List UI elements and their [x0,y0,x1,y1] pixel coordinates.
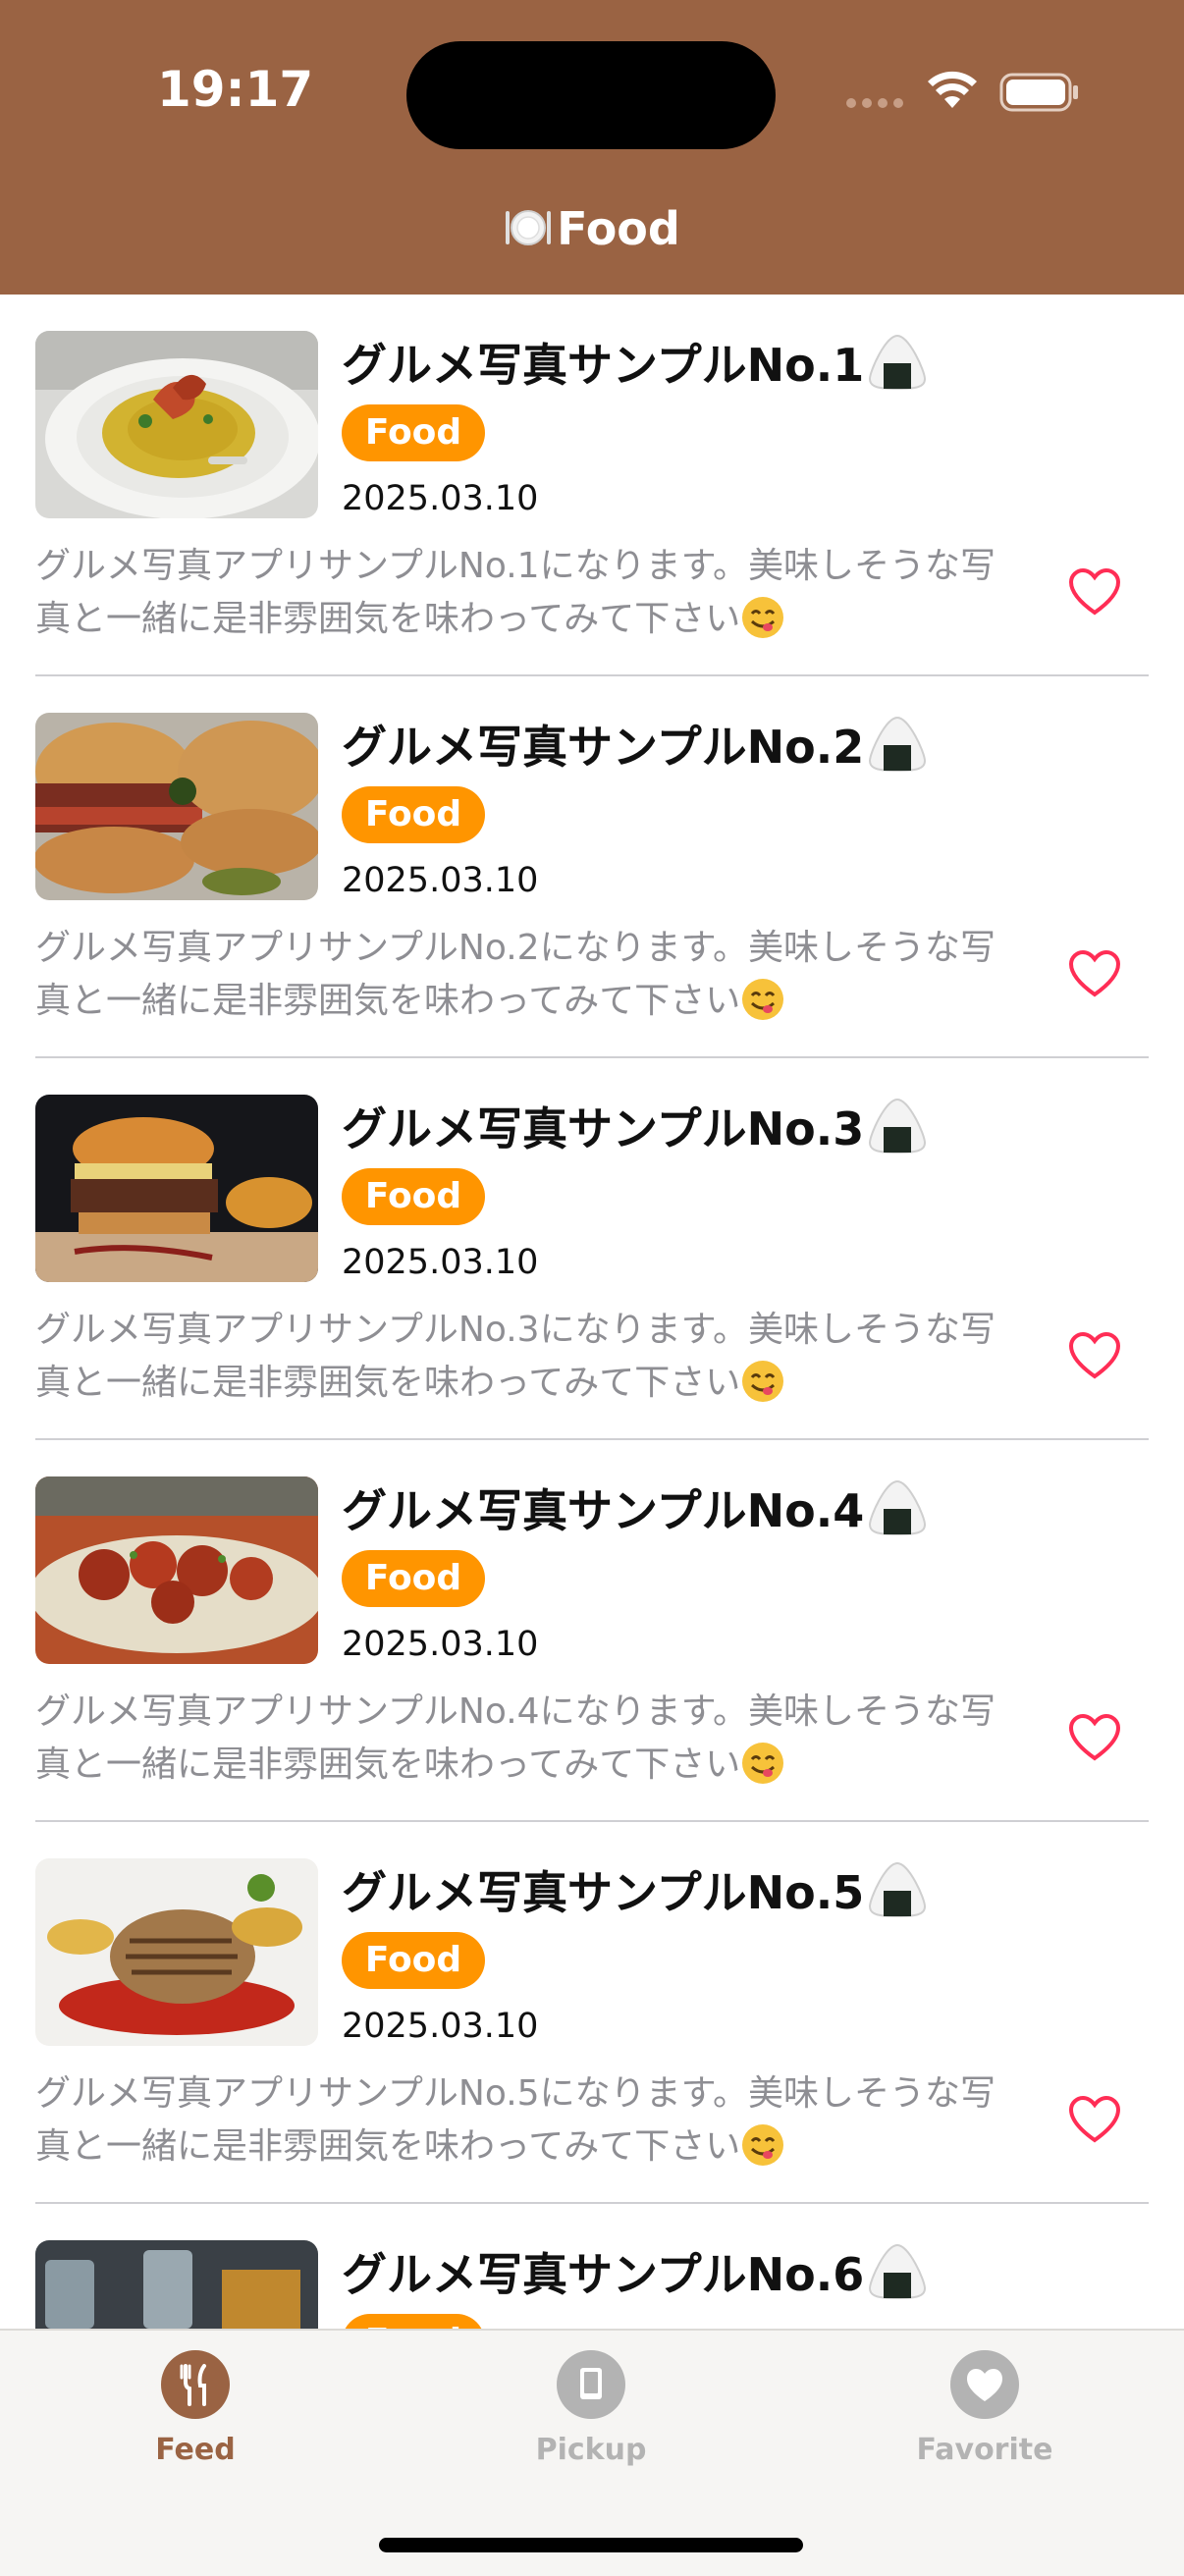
favorite-heart-icon[interactable] [1068,567,1121,617]
onigiri-icon [869,1479,927,1536]
tab-favorite[interactable]: Favorite [887,2350,1083,2488]
category-badge: Food [342,786,485,843]
item-description-text: グルメ写真アプリサンプルNo.1になります。美味しそうな写真と一緒に是非雰囲気を… [35,546,996,639]
item-date: 2025.03.10 [342,479,539,518]
plate-icon [506,210,552,245]
item-description-text: グルメ写真アプリサンプルNo.5になります。美味しそうな写真と一緒に是非雰囲気を… [35,2073,996,2167]
item-title: グルメ写真サンプルNo.3 [342,1094,929,1158]
favorite-heart-icon[interactable] [1068,1713,1121,1762]
feed-item[interactable]: グルメ写真サンプルNo.6 Food [0,2204,1184,2329]
battery-icon [999,73,1078,112]
item-title: グルメ写真サンプルNo.2 [342,712,929,777]
cellular-signal-icon [846,98,905,110]
onigiri-icon [869,1098,927,1154]
item-description: グルメ写真アプリサンプルNo.2になります。美味しそうな写真と一緒に是非雰囲気を… [35,922,1007,1028]
feed-item[interactable]: グルメ写真サンプルNo.3 Food 2025.03.10 グルメ写真アプリサン… [0,1058,1184,1440]
feed-item[interactable]: グルメ写真サンプルNo.2 Food 2025.03.10 グルメ写真アプリサン… [0,676,1184,1058]
navigation-header: 19:17 Food [0,0,1184,295]
category-badge: Food [342,404,485,461]
dynamic-island [406,41,776,149]
food-photo [35,1095,318,1282]
tab-label: Feed [155,2433,236,2467]
item-title: グルメ写真サンプルNo.6 [342,2239,929,2304]
item-description: グルメ写真アプリサンプルNo.5になります。美味しそうな写真と一緒に是非雰囲気を… [35,2067,1007,2174]
item-title: グルメ写真サンプルNo.5 [342,1857,929,1922]
item-date: 2025.03.10 [342,2007,539,2046]
yum-emoji-icon [742,2124,784,2166]
food-photo [35,331,318,518]
tab-label: Favorite [916,2433,1053,2467]
item-description: グルメ写真アプリサンプルNo.3になります。美味しそうな写真と一緒に是非雰囲気を… [35,1304,1007,1410]
feed-list[interactable]: グルメ写真サンプルNo.1 Food 2025.03.10 グルメ写真アプリサン… [0,295,1184,2329]
fork-knife-icon [161,2350,230,2419]
category-badge: Food [342,1932,485,1989]
tab-pickup[interactable]: Pickup [493,2350,689,2488]
page-title-text: Food [557,202,680,255]
book-icon [557,2350,625,2419]
item-title-text: グルメ写真サンプルNo.6 [342,2248,865,2301]
category-badge: Food [342,1168,485,1225]
home-indicator[interactable] [379,2538,803,2552]
item-title-text: グルメ写真サンプルNo.5 [342,1866,865,1919]
feed-item[interactable]: グルメ写真サンプルNo.4 Food 2025.03.10 グルメ写真アプリサン… [0,1440,1184,1822]
page-title: Food [0,202,1184,255]
item-description: グルメ写真アプリサンプルNo.1になります。美味しそうな写真と一緒に是非雰囲気を… [35,540,1007,646]
item-description-text: グルメ写真アプリサンプルNo.3になります。美味しそうな写真と一緒に是非雰囲気を… [35,1310,996,1403]
feed-item[interactable]: グルメ写真サンプルNo.5 Food 2025.03.10 グルメ写真アプリサン… [0,1822,1184,2204]
item-description-text: グルメ写真アプリサンプルNo.2になります。美味しそうな写真と一緒に是非雰囲気を… [35,928,996,1021]
tab-label: Pickup [535,2433,647,2467]
onigiri-icon [869,334,927,391]
category-badge: Food [342,2314,485,2329]
item-title-text: グルメ写真サンプルNo.4 [342,1484,865,1537]
yum-emoji-icon [742,597,784,638]
favorite-heart-icon[interactable] [1068,1331,1121,1380]
item-title-text: グルメ写真サンプルNo.1 [342,339,865,392]
feed-item[interactable]: グルメ写真サンプルNo.1 Food 2025.03.10 グルメ写真アプリサン… [0,295,1184,676]
item-description-text: グルメ写真アプリサンプルNo.4になります。美味しそうな写真と一緒に是非雰囲気を… [35,1691,996,1785]
category-badge: Food [342,1550,485,1607]
item-title: グルメ写真サンプルNo.4 [342,1476,929,1540]
heart-icon [950,2350,1019,2419]
onigiri-icon [869,1861,927,1918]
item-title-text: グルメ写真サンプルNo.2 [342,721,865,774]
onigiri-icon [869,2243,927,2300]
food-photo [35,1858,318,2046]
item-date: 2025.03.10 [342,1625,539,1664]
yum-emoji-icon [742,979,784,1020]
item-description: グルメ写真アプリサンプルNo.4になります。美味しそうな写真と一緒に是非雰囲気を… [35,1686,1007,1792]
status-time: 19:17 [157,61,314,118]
favorite-heart-icon[interactable] [1068,949,1121,998]
wifi-icon [928,71,977,108]
item-title-text: グルメ写真サンプルNo.3 [342,1102,865,1155]
favorite-heart-icon[interactable] [1068,2095,1121,2144]
item-date: 2025.03.10 [342,861,539,900]
food-photo [35,1476,318,1664]
food-photo [35,713,318,900]
tab-feed[interactable]: Feed [97,2350,294,2488]
yum-emoji-icon [742,1743,784,1784]
food-photo [35,2240,318,2329]
item-title: グルメ写真サンプルNo.1 [342,330,929,395]
yum-emoji-icon [742,1361,784,1402]
onigiri-icon [869,716,927,773]
item-date: 2025.03.10 [342,1243,539,1282]
